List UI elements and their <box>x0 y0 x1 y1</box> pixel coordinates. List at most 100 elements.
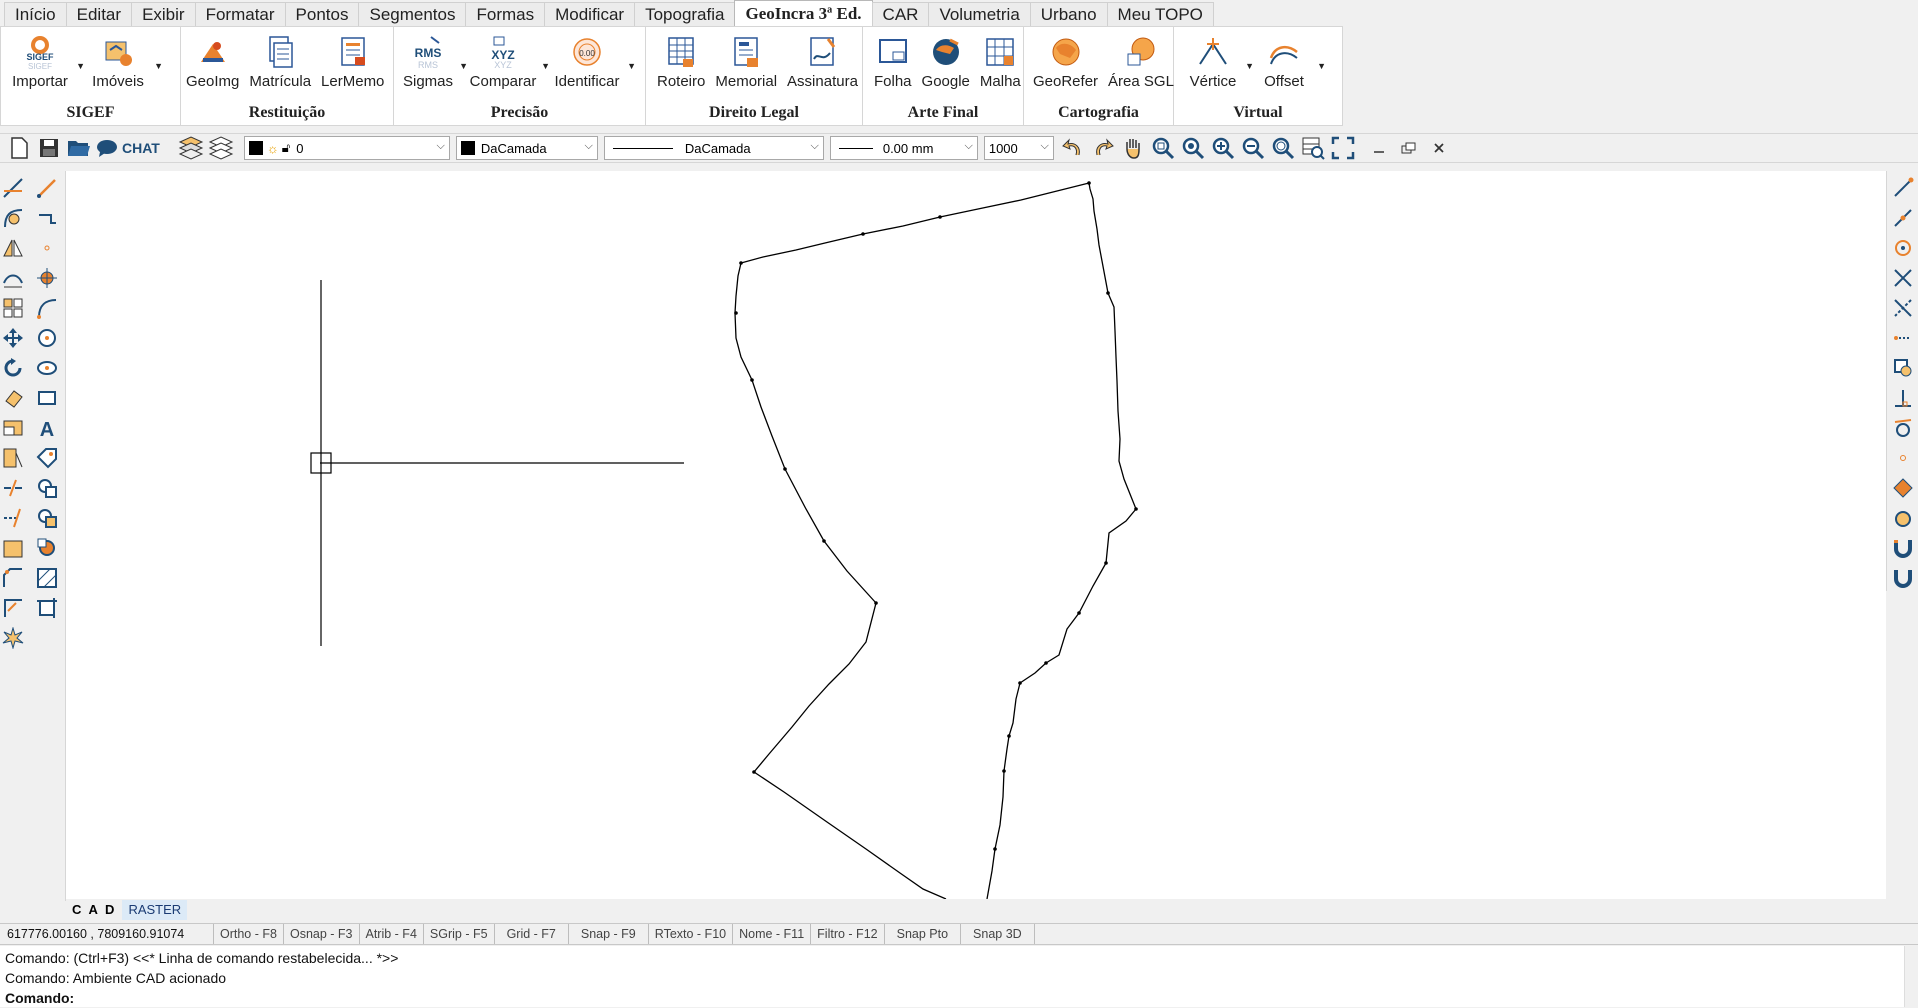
vertex-point[interactable] <box>822 539 826 543</box>
hatch-shape-tool-icon[interactable] <box>34 475 60 501</box>
explode-tool-icon[interactable] <box>0 625 26 651</box>
close-icon[interactable] <box>1426 135 1452 161</box>
tab-exibir[interactable]: Exibir <box>131 2 196 27</box>
scale-select[interactable]: 1000 ⌵ <box>983 136 1054 160</box>
status-nome[interactable]: Nome - F11 <box>733 924 812 944</box>
georefer-button[interactable]: GeoRefer <box>1028 33 1103 103</box>
array-tool-icon[interactable] <box>0 295 26 321</box>
tab-formas[interactable]: Formas <box>465 2 546 27</box>
sigmas-button[interactable]: RMS RMS Sigmas ▼ <box>394 33 468 103</box>
linetype-select[interactable]: DaCamada ⌵ <box>603 136 824 160</box>
command-window[interactable]: Comando: (Ctrl+F3) <<* Linha de comando … <box>0 946 1918 1007</box>
vertex-point[interactable] <box>874 601 878 605</box>
line-tool-icon[interactable] <box>34 175 60 201</box>
matricula-button[interactable]: Matrícula <box>244 33 316 103</box>
redo-icon[interactable] <box>1090 135 1116 161</box>
snap-magnet-icon[interactable] <box>1890 535 1916 561</box>
move-tool-icon[interactable] <box>0 325 26 351</box>
imoveis-button[interactable]: Imóveis ▼ <box>79 33 163 103</box>
point-tool-icon[interactable] <box>34 235 60 261</box>
lermemo-button[interactable]: LerMemo <box>316 33 389 103</box>
circle-tool-icon[interactable] <box>34 325 60 351</box>
command-scrollbar[interactable] <box>1904 946 1918 1007</box>
offset-tool-icon[interactable] <box>0 265 26 291</box>
tab-editar[interactable]: Editar <box>65 2 133 27</box>
geoimg-button[interactable]: GeoImg <box>181 33 244 103</box>
corner-tool-icon[interactable] <box>0 595 26 621</box>
vertex-point[interactable] <box>752 770 756 774</box>
open-folder-icon[interactable] <box>66 135 92 161</box>
layer-select[interactable]: ☼ 🔓︎ 0 ⌵ <box>243 136 450 160</box>
tab-cad[interactable]: C A D <box>66 900 122 920</box>
chevron-down-icon[interactable]: ▼ <box>1317 61 1326 71</box>
chevron-down-icon[interactable]: ▼ <box>154 61 163 71</box>
snap-tangent-icon[interactable] <box>1890 415 1916 441</box>
roteiro-button[interactable]: Roteiro <box>652 33 710 103</box>
snap-apparent-intersection-icon[interactable] <box>1890 295 1916 321</box>
snap-endpoint-icon[interactable] <box>1890 175 1916 201</box>
rotate-tool-icon[interactable] <box>0 355 26 381</box>
parcel-polygon-west[interactable] <box>734 182 1090 900</box>
scale-tool-icon[interactable] <box>0 445 26 471</box>
snap-intersection-icon[interactable] <box>1890 265 1916 291</box>
chevron-down-icon[interactable]: ▼ <box>627 61 636 71</box>
snap-quadrant-icon[interactable] <box>1890 475 1916 501</box>
drawing-canvas[interactable] <box>66 171 1886 900</box>
vertex-point[interactable] <box>734 311 738 315</box>
extend-tool-icon[interactable] <box>0 505 26 531</box>
status-atrib[interactable]: Atrib - F4 <box>360 924 424 944</box>
snap-insertion-icon[interactable] <box>1890 355 1916 381</box>
status-snap[interactable]: Snap - F9 <box>569 924 649 944</box>
restore-icon[interactable] <box>1396 135 1422 161</box>
assinatura-button[interactable]: Assinatura <box>782 33 863 103</box>
chamfer-tool-icon[interactable] <box>0 565 26 591</box>
vertex-point[interactable] <box>861 232 865 236</box>
snap-perpendicular-icon[interactable] <box>1890 385 1916 411</box>
folha-button[interactable]: Folha <box>869 33 917 103</box>
status-grid[interactable]: Grid - F7 <box>495 924 569 944</box>
vertex-point[interactable] <box>783 467 787 471</box>
snap-midpoint-icon[interactable] <box>1890 205 1916 231</box>
tab-pontos[interactable]: Pontos <box>284 2 360 27</box>
fullscreen-icon[interactable] <box>1330 135 1356 161</box>
zoom-out-icon[interactable] <box>1240 135 1266 161</box>
snap-center-icon[interactable] <box>1890 235 1916 261</box>
save-icon[interactable] <box>36 135 62 161</box>
snap-extension-icon[interactable] <box>1890 325 1916 351</box>
rectangle-tool-icon[interactable] <box>34 385 60 411</box>
arc-tool-icon[interactable] <box>34 295 60 321</box>
status-snap-3d[interactable]: Snap 3D <box>961 924 1035 944</box>
block-tool-icon[interactable] <box>0 535 26 561</box>
erase-tool-icon[interactable] <box>0 385 26 411</box>
pan-hand-icon[interactable] <box>1120 135 1146 161</box>
vertex-point[interactable] <box>1104 561 1108 565</box>
vertex-point[interactable] <box>1044 661 1048 665</box>
vertex-point[interactable] <box>1134 507 1138 511</box>
vertex-point[interactable] <box>993 847 997 851</box>
new-file-icon[interactable] <box>6 135 32 161</box>
tab-modificar[interactable]: Modificar <box>544 2 636 27</box>
vertex-point[interactable] <box>1106 291 1110 295</box>
vertex-point[interactable] <box>1002 769 1006 773</box>
status-ortho[interactable]: Ortho - F8 <box>214 924 284 944</box>
snap-magnet-toggle-icon[interactable] <box>1890 565 1916 591</box>
status-filtro[interactable]: Filtro - F12 <box>811 924 885 944</box>
tab-raster[interactable]: RASTER <box>122 900 188 920</box>
status-snap-pto[interactable]: Snap Pto <box>885 924 962 944</box>
comparar-button[interactable]: XYZ XYZ Comparar ▼ <box>462 33 550 103</box>
boundary-tool-icon[interactable] <box>34 535 60 561</box>
tag-tool-icon[interactable] <box>34 445 60 471</box>
status-sgrip[interactable]: SGrip - F5 <box>424 924 495 944</box>
zoom-in-icon[interactable] <box>1210 135 1236 161</box>
vertex-point[interactable] <box>739 261 743 265</box>
minimize-icon[interactable] <box>1366 135 1392 161</box>
snap-node-icon[interactable] <box>1890 445 1916 471</box>
zoom-table-icon[interactable] <box>1300 135 1326 161</box>
layers-icon[interactable] <box>178 135 204 161</box>
google-button[interactable]: Google <box>917 33 975 103</box>
stretch-tool-icon[interactable] <box>0 415 26 441</box>
tab-geoincra[interactable]: GeoIncra 3ª Ed. <box>734 0 873 27</box>
color-select[interactable]: DaCamada ⌵ <box>455 136 598 160</box>
polyline-tool-icon[interactable] <box>34 205 60 231</box>
zoom-dynamic-icon[interactable] <box>1180 135 1206 161</box>
